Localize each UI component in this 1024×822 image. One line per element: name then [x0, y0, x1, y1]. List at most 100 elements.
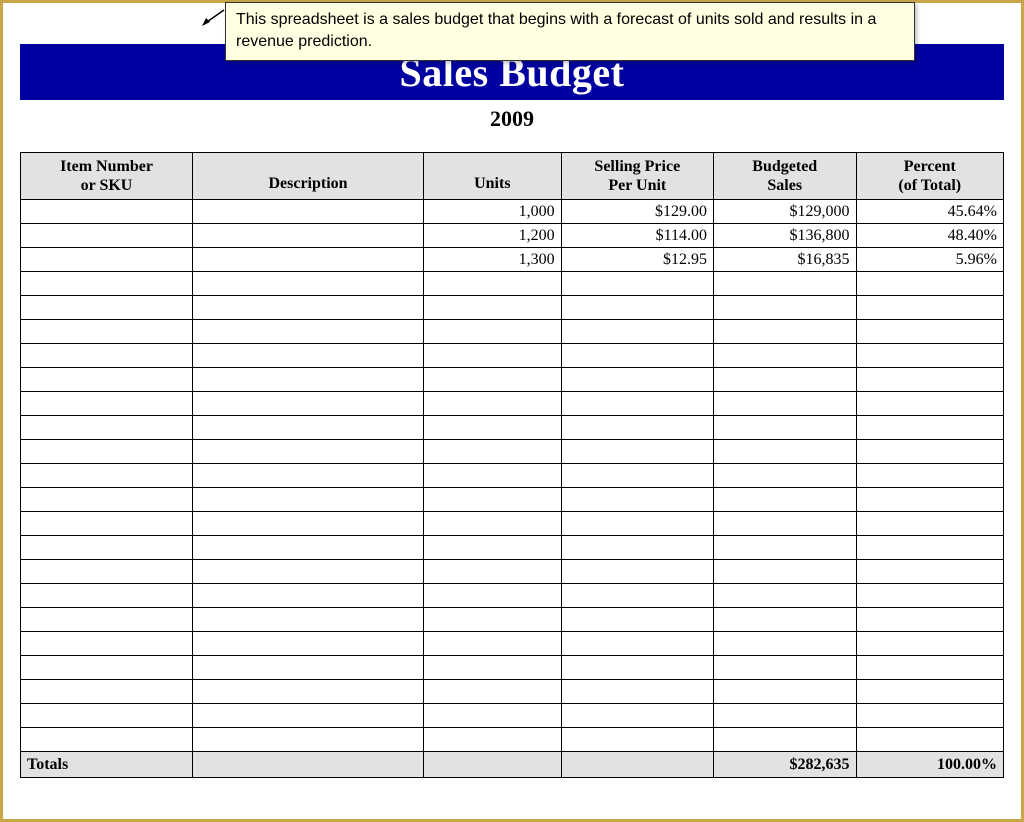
cell-description[interactable]	[193, 416, 424, 440]
cell-description[interactable]	[193, 200, 424, 224]
cell-sales[interactable]	[713, 368, 856, 392]
cell-percent[interactable]	[856, 512, 1003, 536]
cell-price[interactable]	[561, 704, 713, 728]
cell-description[interactable]	[193, 320, 424, 344]
cell-units[interactable]	[424, 560, 562, 584]
cell-sku[interactable]	[21, 656, 193, 680]
cell-units[interactable]	[424, 368, 562, 392]
cell-percent[interactable]	[856, 680, 1003, 704]
cell-units[interactable]	[424, 632, 562, 656]
cell-price[interactable]	[561, 536, 713, 560]
cell-percent[interactable]	[856, 440, 1003, 464]
cell-price[interactable]	[561, 440, 713, 464]
cell-percent[interactable]: 45.64%	[856, 200, 1003, 224]
cell-percent[interactable]	[856, 728, 1003, 752]
cell-description[interactable]	[193, 488, 424, 512]
cell-price[interactable]	[561, 416, 713, 440]
cell-sales[interactable]	[713, 560, 856, 584]
cell-price[interactable]: $129.00	[561, 200, 713, 224]
cell-units[interactable]	[424, 680, 562, 704]
cell-description[interactable]	[193, 584, 424, 608]
cell-sales[interactable]	[713, 416, 856, 440]
cell-units[interactable]: 1,200	[424, 224, 562, 248]
cell-percent[interactable]	[856, 344, 1003, 368]
cell-description[interactable]	[193, 248, 424, 272]
cell-units[interactable]	[424, 584, 562, 608]
cell-price[interactable]	[561, 728, 713, 752]
cell-sales[interactable]: $129,000	[713, 200, 856, 224]
cell-sku[interactable]	[21, 464, 193, 488]
cell-price[interactable]	[561, 560, 713, 584]
cell-description[interactable]	[193, 272, 424, 296]
cell-sku[interactable]	[21, 704, 193, 728]
cell-price[interactable]: $114.00	[561, 224, 713, 248]
cell-sku[interactable]	[21, 632, 193, 656]
cell-sku[interactable]	[21, 320, 193, 344]
cell-description[interactable]	[193, 680, 424, 704]
cell-sales[interactable]	[713, 464, 856, 488]
cell-price[interactable]	[561, 488, 713, 512]
cell-units[interactable]	[424, 704, 562, 728]
cell-sku[interactable]	[21, 728, 193, 752]
cell-sku[interactable]	[21, 560, 193, 584]
cell-sales[interactable]	[713, 656, 856, 680]
cell-sales[interactable]: $136,800	[713, 224, 856, 248]
cell-sales[interactable]	[713, 344, 856, 368]
cell-sku[interactable]	[21, 248, 193, 272]
cell-sku[interactable]	[21, 344, 193, 368]
cell-description[interactable]	[193, 560, 424, 584]
cell-units[interactable]	[424, 656, 562, 680]
cell-units[interactable]	[424, 344, 562, 368]
cell-percent[interactable]	[856, 704, 1003, 728]
cell-price[interactable]	[561, 272, 713, 296]
cell-sales[interactable]: $16,835	[713, 248, 856, 272]
cell-units[interactable]	[424, 728, 562, 752]
cell-description[interactable]	[193, 608, 424, 632]
cell-units[interactable]	[424, 296, 562, 320]
cell-sales[interactable]	[713, 512, 856, 536]
cell-units[interactable]	[424, 272, 562, 296]
cell-sku[interactable]	[21, 416, 193, 440]
cell-units[interactable]	[424, 488, 562, 512]
cell-units[interactable]	[424, 464, 562, 488]
cell-sales[interactable]	[713, 296, 856, 320]
cell-price[interactable]	[561, 584, 713, 608]
cell-sales[interactable]	[713, 584, 856, 608]
cell-sales[interactable]	[713, 704, 856, 728]
cell-price[interactable]	[561, 464, 713, 488]
cell-units[interactable]: 1,300	[424, 248, 562, 272]
cell-sku[interactable]	[21, 440, 193, 464]
cell-percent[interactable]	[856, 464, 1003, 488]
cell-description[interactable]	[193, 704, 424, 728]
cell-sku[interactable]	[21, 536, 193, 560]
cell-sku[interactable]	[21, 224, 193, 248]
cell-percent[interactable]	[856, 584, 1003, 608]
cell-percent[interactable]	[856, 560, 1003, 584]
cell-sales[interactable]	[713, 272, 856, 296]
cell-sales[interactable]	[713, 536, 856, 560]
cell-percent[interactable]	[856, 488, 1003, 512]
cell-description[interactable]	[193, 656, 424, 680]
cell-price[interactable]	[561, 344, 713, 368]
cell-sales[interactable]	[713, 392, 856, 416]
cell-units[interactable]	[424, 392, 562, 416]
cell-units[interactable]	[424, 608, 562, 632]
cell-description[interactable]	[193, 296, 424, 320]
cell-description[interactable]	[193, 440, 424, 464]
cell-description[interactable]	[193, 224, 424, 248]
cell-sku[interactable]	[21, 680, 193, 704]
cell-description[interactable]	[193, 392, 424, 416]
cell-price[interactable]	[561, 368, 713, 392]
cell-description[interactable]	[193, 536, 424, 560]
cell-percent[interactable]	[856, 272, 1003, 296]
cell-sales[interactable]	[713, 728, 856, 752]
cell-sales[interactable]	[713, 440, 856, 464]
cell-sales[interactable]	[713, 488, 856, 512]
cell-price[interactable]	[561, 632, 713, 656]
cell-units[interactable]: 1,000	[424, 200, 562, 224]
cell-units[interactable]	[424, 536, 562, 560]
cell-percent[interactable]	[856, 296, 1003, 320]
cell-sku[interactable]	[21, 512, 193, 536]
cell-price[interactable]	[561, 656, 713, 680]
cell-description[interactable]	[193, 728, 424, 752]
